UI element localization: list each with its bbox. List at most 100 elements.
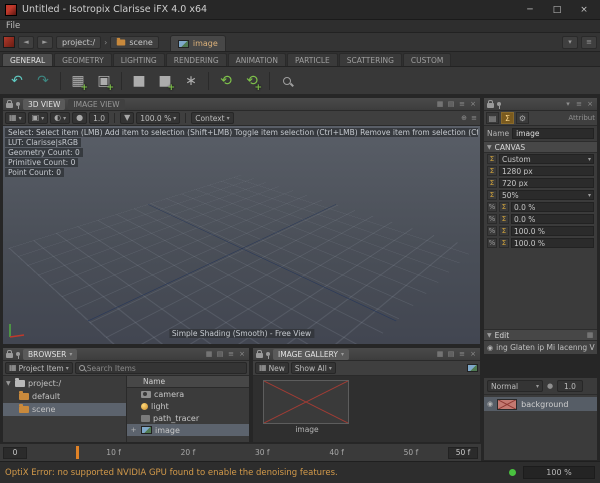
ribbon-tab-general[interactable]: GENERAL: [2, 53, 53, 66]
sigma-icon[interactable]: Σ: [499, 214, 509, 224]
offset-y-field[interactable]: 0.0 %: [511, 214, 594, 224]
create-instance-button[interactable]: ⟲: [214, 69, 238, 93]
sigma-icon[interactable]: Σ: [499, 238, 509, 248]
item-filter-selector[interactable]: ▦Project Item▾: [5, 362, 73, 374]
ribbon-tab-scattering[interactable]: SCATTERING: [339, 53, 402, 66]
end-frame-field[interactable]: 50 f: [448, 447, 478, 459]
sigma-icon[interactable]: Σ: [499, 226, 509, 236]
pathbar-dropdown-button[interactable]: ▾: [562, 36, 578, 49]
ribbon-tab-rendering[interactable]: RENDERING: [166, 53, 227, 66]
context-selector[interactable]: Context▾: [191, 112, 233, 124]
name-field[interactable]: image: [512, 128, 594, 139]
tree-item-project[interactable]: ▼project:/: [3, 377, 126, 390]
pathbar-menu-button[interactable]: ≡: [581, 36, 597, 49]
ribbon-tab-particle[interactable]: PARTICLE: [287, 53, 338, 66]
edit-item-row[interactable]: ◉ing Glaten ip Mi lacenng V: [484, 341, 597, 354]
scale-select[interactable]: 50%▾: [499, 190, 594, 200]
create-combiner-button[interactable]: ■+: [153, 69, 177, 93]
opacity-field[interactable]: 1.0: [557, 380, 583, 392]
maximize-button[interactable]: □: [546, 2, 568, 18]
grid-view-icon[interactable]: ▦: [205, 351, 213, 358]
grid-view-icon[interactable]: ▦: [436, 351, 444, 358]
gallery-thumbnail-image[interactable]: [263, 380, 349, 424]
expand-icon[interactable]: ▼: [6, 380, 12, 387]
context-tab-image[interactable]: image: [170, 35, 226, 51]
percent-icon[interactable]: %: [487, 214, 497, 224]
panel-menu-icon[interactable]: ≡: [575, 101, 583, 108]
close-panel-icon[interactable]: ×: [469, 351, 477, 358]
tree-item-scene[interactable]: scene: [3, 403, 126, 416]
section-edit[interactable]: ▼Edit▦: [484, 329, 597, 341]
current-frame-field[interactable]: 0: [3, 447, 27, 459]
pin-icon[interactable]: [497, 102, 501, 106]
target-icon[interactable]: ⊕: [460, 115, 468, 122]
sigma-mode-button[interactable]: Σ: [501, 112, 514, 124]
list-item-image[interactable]: +image: [127, 424, 249, 436]
tab-image-view[interactable]: IMAGE VIEW: [68, 99, 124, 110]
create-geometry-button[interactable]: ■: [127, 69, 151, 93]
browser-title-tab[interactable]: BROWSER▾: [23, 349, 77, 360]
viewport-menu-icon[interactable]: ≡: [470, 115, 478, 122]
height-field[interactable]: 720 px: [499, 178, 594, 188]
shading-selector[interactable]: ◐▾: [50, 112, 70, 124]
width-field[interactable]: 1280 px: [499, 166, 594, 176]
redo-button[interactable]: ↷: [31, 69, 55, 93]
dropdown-icon[interactable]: ▾: [564, 101, 572, 108]
column-header-name[interactable]: Name: [127, 376, 249, 388]
layer-row-background[interactable]: ◉ background: [484, 397, 597, 411]
forward-button[interactable]: ►: [37, 36, 53, 49]
pin-icon[interactable]: [266, 352, 270, 356]
close-panel-icon[interactable]: ×: [469, 101, 477, 108]
breadcrumb-scene[interactable]: scene: [110, 36, 158, 49]
ribbon-tab-custom[interactable]: CUSTOM: [403, 53, 451, 66]
percent-icon[interactable]: %: [487, 226, 497, 236]
panel-menu-icon[interactable]: ≡: [227, 351, 235, 358]
grid-icon[interactable]: ▦: [586, 332, 594, 339]
list-mode-button[interactable]: ▤: [486, 112, 499, 124]
mode-select[interactable]: Custom▾: [499, 154, 594, 164]
pin-icon[interactable]: [16, 102, 20, 106]
eye-icon[interactable]: ◉: [487, 400, 493, 408]
ribbon-tab-geometry[interactable]: GEOMETRY: [54, 53, 112, 66]
sigma-icon[interactable]: Σ: [487, 190, 497, 200]
undo-button[interactable]: ↶: [5, 69, 29, 93]
list-view-icon[interactable]: ▤: [447, 101, 455, 108]
new-image-button[interactable]: ▦New: [255, 362, 289, 374]
percent-icon[interactable]: %: [487, 238, 497, 248]
menu-file[interactable]: File: [6, 21, 20, 31]
lock-icon[interactable]: [256, 353, 263, 358]
history-icon[interactable]: [3, 36, 15, 48]
lock-icon[interactable]: [487, 103, 494, 108]
list-item-camera[interactable]: camera: [127, 388, 249, 400]
back-button[interactable]: ◄: [18, 36, 34, 49]
eye-icon[interactable]: ◉: [487, 344, 493, 352]
offset-x-field[interactable]: 0.0 %: [511, 202, 594, 212]
sigma-icon[interactable]: Σ: [499, 202, 509, 212]
panel-menu-icon[interactable]: ≡: [458, 101, 466, 108]
explorer-button[interactable]: [275, 69, 299, 93]
list-view-icon[interactable]: ▤: [216, 351, 224, 358]
close-panel-icon[interactable]: ×: [586, 101, 594, 108]
create-scatterer-button[interactable]: ∗: [179, 69, 203, 93]
pin-icon[interactable]: [16, 352, 20, 356]
ribbon-tab-animation[interactable]: ANIMATION: [228, 53, 286, 66]
search-input[interactable]: [87, 364, 243, 373]
close-panel-icon[interactable]: ×: [238, 351, 246, 358]
expand-plus-icon[interactable]: +: [129, 426, 138, 434]
breadcrumb-project[interactable]: project:/: [56, 36, 101, 49]
gear-icon[interactable]: ⚙: [516, 112, 529, 124]
sigma-icon[interactable]: Σ: [487, 178, 497, 188]
timeline-ruler[interactable]: 10 f 20 f 30 f 40 f 50 f: [31, 444, 444, 461]
list-item-path-tracer[interactable]: path_tracer: [127, 412, 249, 424]
lock-icon[interactable]: [6, 103, 13, 108]
create-item-button[interactable]: ▦+: [66, 69, 90, 93]
camera-selector[interactable]: ▣▾: [28, 112, 49, 124]
refresh-button[interactable]: ⟲+: [240, 69, 264, 93]
layout-selector[interactable]: ▦▾: [5, 112, 26, 124]
thumbnail-view-icon[interactable]: [467, 364, 478, 372]
tab-3d-view[interactable]: 3D VIEW: [23, 99, 65, 110]
sigma-icon[interactable]: Σ: [487, 154, 497, 164]
size-y-field[interactable]: 100.0 %: [511, 238, 594, 248]
light-toggle[interactable]: ●: [72, 112, 87, 124]
minimize-button[interactable]: ─: [519, 2, 541, 18]
